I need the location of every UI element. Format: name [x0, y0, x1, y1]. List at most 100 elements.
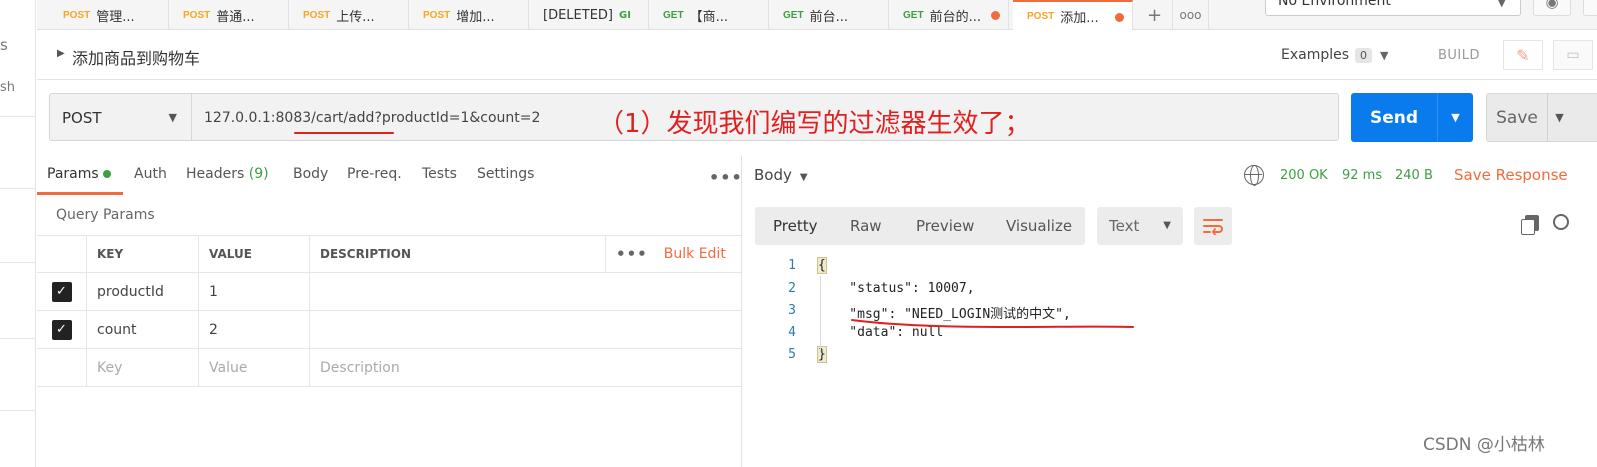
comment-icon[interactable]: ▭: [1553, 40, 1593, 70]
examples-dropdown[interactable]: Examples 0 ▼: [1281, 47, 1389, 63]
expand-triangle-icon[interactable]: ▶: [57, 48, 65, 59]
description-placeholder[interactable]: Description: [309, 349, 605, 386]
tab-prereq[interactable]: Pre-req.: [347, 166, 402, 182]
tab-body[interactable]: Body: [293, 166, 328, 182]
param-value[interactable]: 1: [198, 273, 309, 310]
tab-method: GET: [783, 9, 804, 21]
chevron-down-icon[interactable]: ▼: [1437, 93, 1473, 142]
new-tab-plus-icon[interactable]: +: [1137, 0, 1173, 30]
response-body-label: Body: [754, 166, 792, 184]
status-code[interactable]: 200 OK: [1280, 168, 1328, 183]
tab-label: 上传...: [336, 9, 375, 25]
key-placeholder[interactable]: Key: [86, 349, 198, 386]
save-button[interactable]: Save ▼: [1486, 93, 1597, 142]
tab-settings[interactable]: Settings: [477, 166, 534, 182]
tab-label: [DELETED]: [543, 7, 613, 23]
request-tab-strip: POST 管理... POST 普通... POST 上传... POST 增加…: [37, 0, 1597, 30]
tab-method: GET: [903, 9, 924, 21]
request-tab[interactable]: GET 【商...: [649, 0, 769, 30]
param-key[interactable]: count: [86, 311, 198, 348]
view-preview[interactable]: Preview: [916, 217, 974, 235]
param-description[interactable]: [309, 311, 605, 348]
active-tab-indicator: [37, 192, 123, 195]
sidebar-fragment: s: [0, 36, 8, 54]
request-tab[interactable]: POST 普通...: [169, 0, 289, 30]
param-key[interactable]: productId: [86, 273, 198, 310]
tab-auth[interactable]: Auth: [134, 166, 167, 182]
chevron-down-icon: ▼: [168, 111, 177, 124]
tab-tests[interactable]: Tests: [422, 166, 457, 182]
table-row: ✓ count 2: [37, 311, 741, 349]
row-checkbox-cell: ✓: [37, 311, 86, 348]
postman-window: s sh POST 管理... POST 普通... POST 上传... PO…: [0, 0, 1597, 467]
request-name[interactable]: 添加商品到购物车: [72, 45, 200, 69]
method-select[interactable]: POST ▼: [50, 94, 192, 140]
tab-headers-label: Headers: [186, 166, 245, 182]
annotation-underline: [294, 132, 394, 134]
params-table: KEY VALUE DESCRIPTION ••• Bulk Edit ✓ pr…: [37, 235, 741, 387]
environment-select[interactable]: No Environment ▼: [1265, 0, 1521, 16]
table-row: ✓ productId 1: [37, 273, 741, 311]
param-value[interactable]: 2: [198, 311, 309, 348]
tab-method: POST: [183, 9, 211, 21]
edit-pencil-icon[interactable]: ✎: [1503, 40, 1543, 70]
request-tab[interactable]: POST 管理...: [49, 0, 169, 30]
more-options-icon[interactable]: •••: [616, 245, 648, 263]
request-tab[interactable]: POST 上传...: [289, 0, 409, 30]
tab-method: POST: [303, 9, 331, 21]
sidebar-fragment: sh: [0, 80, 16, 95]
tab-label: 管理...: [96, 9, 135, 25]
line-number: 4: [788, 325, 796, 340]
pane-divider[interactable]: [741, 156, 742, 467]
view-visualize[interactable]: Visualize: [1006, 217, 1072, 235]
checkbox-checked[interactable]: ✓: [51, 319, 72, 340]
tab-params[interactable]: Params: [47, 166, 111, 182]
request-tab[interactable]: GET 前台的...: [889, 0, 1009, 30]
send-button[interactable]: Send ▼: [1351, 93, 1473, 142]
param-description[interactable]: [309, 273, 605, 310]
request-tab[interactable]: POST 增加...: [409, 0, 529, 30]
checkbox-checked[interactable]: ✓: [51, 281, 72, 302]
response-time[interactable]: 92 ms: [1342, 168, 1382, 183]
column-header-description: DESCRIPTION: [309, 236, 605, 272]
format-select[interactable]: Text ▼: [1097, 207, 1183, 245]
response-body-dropdown[interactable]: Body ▼: [754, 166, 808, 184]
search-icon[interactable]: [1553, 214, 1569, 230]
line-number: 5: [788, 347, 796, 362]
url-input[interactable]: 127.0.0.1:8083/cart/add?productId=1&coun…: [204, 110, 540, 126]
chevron-down-icon[interactable]: ▼: [1547, 94, 1571, 141]
tab-method: GI: [619, 9, 631, 21]
bulk-edit-link[interactable]: Bulk Edit: [664, 246, 726, 262]
request-tab[interactable]: GET 前台...: [769, 0, 889, 30]
tab-label: 【商...: [689, 9, 728, 25]
request-title-row: ▶ 添加商品到购物车 Examples 0 ▼ BUILD ✎ ▭: [37, 30, 1597, 80]
more-tabs-icon[interactable]: ooo: [1173, 0, 1209, 30]
watermark: CSDN @小枯林: [1423, 435, 1545, 455]
request-tab-active[interactable]: POST 添加...: [1013, 0, 1133, 30]
response-size[interactable]: 240 B: [1395, 168, 1433, 183]
environment-label: No Environment: [1278, 0, 1391, 9]
chevron-down-icon: ▼: [1163, 220, 1171, 231]
sidebar-divider: [0, 338, 36, 339]
settings-menu-icon[interactable]: ≡: [1583, 0, 1597, 16]
view-raw[interactable]: Raw: [850, 217, 882, 235]
more-options-icon[interactable]: •••: [709, 168, 743, 187]
eye-icon[interactable]: ◉: [1533, 0, 1571, 16]
wrap-lines-icon[interactable]: [1194, 207, 1232, 245]
request-tab[interactable]: [DELETED] GI: [529, 0, 649, 30]
annotation-note: （1）发现我们编写的过滤器生效了；: [598, 109, 1031, 139]
column-header-key: KEY: [86, 236, 198, 272]
build-button[interactable]: BUILD: [1438, 48, 1480, 63]
value-placeholder[interactable]: Value: [198, 349, 309, 386]
sidebar-divider: [0, 410, 36, 411]
params-active-dot-icon: [102, 170, 111, 178]
tab-headers[interactable]: Headers (9): [186, 166, 269, 182]
view-pretty[interactable]: Pretty: [773, 217, 818, 235]
method-label: POST: [62, 109, 102, 127]
save-response-button[interactable]: Save Response: [1454, 166, 1568, 184]
line-number: 2: [788, 281, 796, 296]
copy-icon[interactable]: [1521, 215, 1539, 235]
column-header-value: VALUE: [198, 236, 309, 272]
globe-icon[interactable]: [1244, 165, 1264, 186]
line-number: 3: [788, 303, 796, 318]
